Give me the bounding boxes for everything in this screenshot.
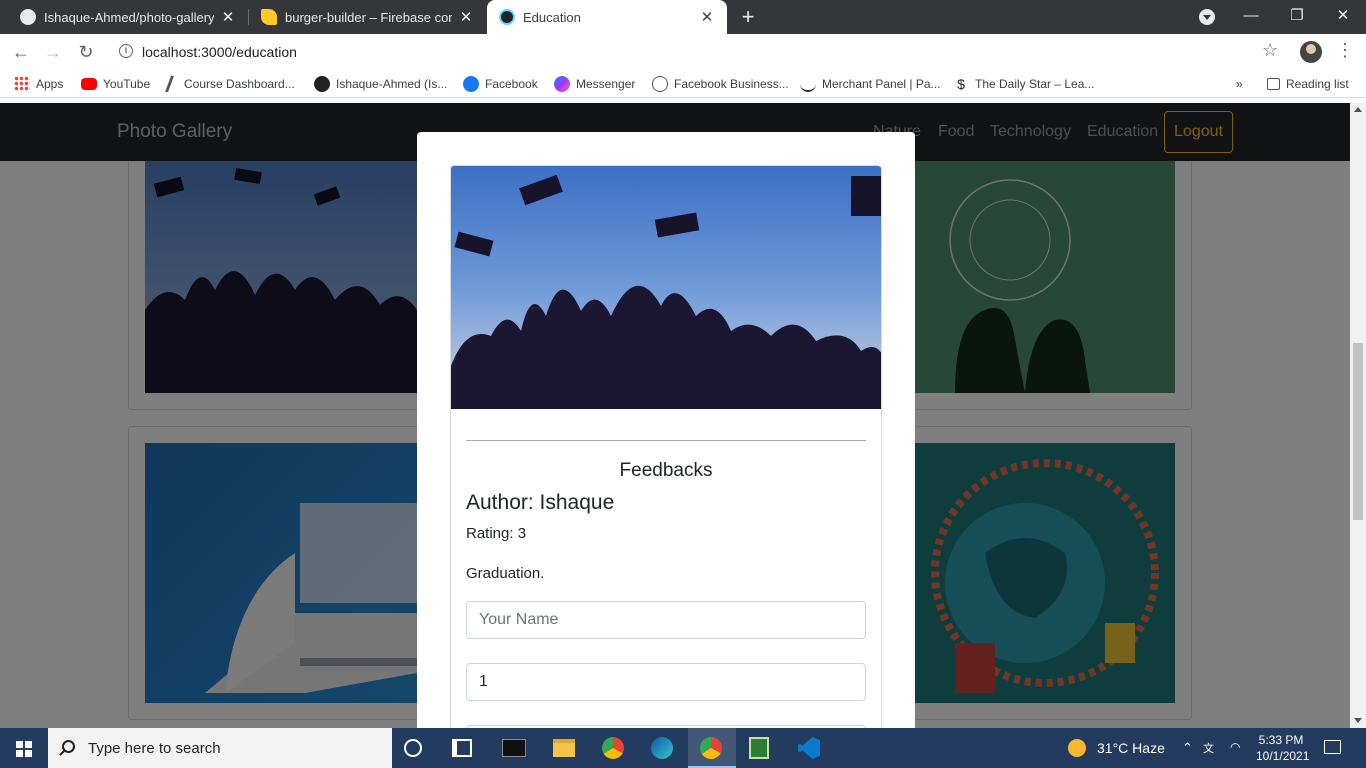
web-page: Photo Gallery Nature Food Technology Edu… (0, 103, 1350, 728)
search-placeholder: Type here to search (88, 740, 221, 757)
bookmark-label: The Daily Star – Lea... (975, 77, 1095, 91)
tab-title: Ishaque-Ahmed/photo-gallery (44, 9, 214, 25)
bookmark-daily-star[interactable]: $ The Daily Star – Lea... (953, 75, 1094, 93)
bicycle-icon (800, 76, 816, 92)
tab-title: burger-builder – Firebase console (285, 9, 452, 25)
taskbar-clock[interactable]: 5:33 PM 10/1/2021 (1256, 732, 1310, 764)
new-tab-button[interactable]: + (736, 5, 760, 29)
close-icon[interactable]: ✕ (458, 8, 474, 26)
profile-avatar[interactable] (1300, 41, 1322, 63)
reading-list-icon (1267, 78, 1280, 90)
reading-list-label: Reading list (1286, 77, 1349, 91)
bookmark-label: Course Dashboard... (184, 77, 295, 91)
edge-icon[interactable] (651, 737, 673, 759)
file-explorer-icon[interactable] (553, 739, 575, 757)
bookmark-facebook[interactable]: Facebook (463, 75, 538, 93)
bookmark-apps[interactable]: Apps (14, 75, 63, 93)
forward-icon[interactable]: → (41, 40, 65, 64)
weather-icon[interactable] (1068, 739, 1086, 757)
bookmark-github[interactable]: Ishaque-Ahmed (Is... (314, 75, 447, 93)
back-icon[interactable]: ← (9, 40, 33, 64)
business-icon (652, 76, 668, 92)
tab-firebase[interactable]: burger-builder – Firebase console ✕ (249, 0, 486, 34)
messenger-icon (554, 76, 570, 92)
bookmark-label: Facebook (485, 77, 538, 91)
terminal-icon[interactable] (502, 739, 526, 757)
facebook-icon (463, 76, 479, 92)
youtube-icon (81, 78, 97, 90)
tab-title: Education (523, 9, 581, 25)
bookmark-star-icon[interactable]: ☆ (1262, 40, 1278, 61)
tab-search-icon[interactable] (1199, 9, 1215, 25)
divider (466, 440, 866, 441)
notifications-icon[interactable] (1324, 740, 1341, 754)
vertical-scrollbar[interactable] (1350, 103, 1366, 728)
name-input[interactable]: Your Name (466, 601, 866, 639)
bookmark-label: Facebook Business... (674, 77, 789, 91)
course-icon (165, 76, 181, 92)
bookmark-youtube[interactable]: YouTube (81, 75, 150, 93)
search-icon (62, 740, 75, 753)
bookmark-course-dashboard[interactable]: Course Dashboard... (165, 75, 295, 93)
windows-start-icon[interactable] (16, 741, 32, 757)
tab-github[interactable]: Ishaque-Ahmed/photo-gallery ✕ (8, 0, 248, 34)
vscode-icon[interactable] (798, 737, 820, 759)
bookmark-label: Ishaque-Ahmed (Is... (336, 77, 448, 91)
restore-icon[interactable]: ❐ (1274, 0, 1320, 34)
editor-icon[interactable] (749, 737, 769, 759)
close-icon[interactable]: ✕ (220, 8, 236, 26)
task-view-icon[interactable] (452, 739, 472, 757)
rating-input[interactable]: 1 (466, 663, 866, 701)
modal-card (450, 165, 882, 728)
cortana-icon[interactable] (404, 739, 422, 757)
bookmark-facebook-business[interactable]: Facebook Business... (652, 75, 789, 93)
tab-education[interactable]: Education ✕ (487, 0, 727, 34)
firebase-icon (261, 9, 277, 25)
taskbar-search[interactable]: Type here to search (48, 728, 392, 768)
bookmark-label: Merchant Panel | Pa... (822, 77, 941, 91)
bookmarks-overflow[interactable]: » (1236, 75, 1243, 93)
address-bar[interactable]: i localhost:3000/education (110, 37, 1290, 67)
apps-grid-icon (14, 76, 30, 92)
browser-toolbar: ← → ↻ i localhost:3000/education (0, 34, 1366, 70)
bookmarks-bar: Apps YouTube Course Dashboard... Ishaque… (0, 70, 1366, 98)
feedbacks-heading: Feedbacks (619, 460, 713, 481)
bookmark-label: YouTube (103, 77, 151, 91)
ime-icon[interactable]: 文 (1203, 740, 1214, 756)
chevron-up-icon[interactable]: ⌃ (1182, 740, 1193, 756)
clock-date: 10/1/2021 (1256, 749, 1310, 763)
chrome-icon[interactable] (602, 737, 624, 759)
menu-kebab-icon[interactable]: ⋮ (1336, 40, 1354, 61)
github-icon (314, 76, 330, 92)
feedback-comment: Graduation. (466, 565, 545, 582)
close-window-icon[interactable]: ✕ (1320, 0, 1366, 34)
scroll-thumb[interactable] (1353, 343, 1363, 520)
scroll-down-arrow[interactable] (1354, 718, 1362, 723)
wifi-icon[interactable]: ◠ (1230, 740, 1240, 754)
bookmark-merchant-panel[interactable]: Merchant Panel | Pa... (800, 75, 941, 93)
chrome-icon[interactable] (700, 737, 722, 759)
reload-icon[interactable]: ↻ (74, 40, 98, 64)
feedback-modal: Feedbacks Author: Ishaque Rating: 3 Grad… (417, 132, 915, 728)
feedback-rating: Rating: 3 (466, 525, 527, 542)
info-icon[interactable]: i (119, 44, 133, 58)
feedback-author: Author: Ishaque (466, 491, 615, 514)
bookmark-messenger[interactable]: Messenger (554, 75, 635, 93)
daily-star-icon: $ (957, 76, 965, 92)
clock-time: 5:33 PM (1258, 733, 1304, 747)
graduates-silhouette (451, 174, 881, 409)
windows-taskbar: Type here to search 31°C Haze ⌃ 文 ◠ 5:33… (0, 728, 1366, 768)
scroll-up-arrow[interactable] (1354, 107, 1362, 112)
github-icon (20, 9, 36, 25)
bookmark-label: Apps (36, 77, 64, 91)
minimize-icon[interactable]: — (1228, 0, 1274, 34)
bookmark-label: Messenger (576, 77, 636, 91)
modal-graduation-photo (451, 166, 881, 409)
url-text: localhost:3000/education (142, 44, 297, 60)
weather-text[interactable]: 31°C Haze (1097, 740, 1165, 756)
tab-strip: Ishaque-Ahmed/photo-gallery ✕ burger-bui… (0, 0, 1366, 34)
close-icon[interactable]: ✕ (699, 8, 715, 26)
react-icon (499, 9, 515, 25)
reading-list[interactable]: Reading list (1267, 75, 1349, 93)
